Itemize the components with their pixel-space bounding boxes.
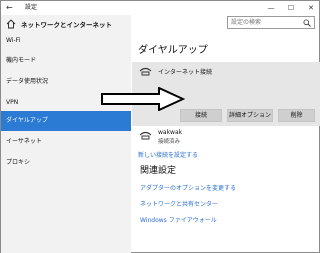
search-icon <box>303 19 311 27</box>
connection-name: インターネット接続 <box>158 69 213 76</box>
pointer-arrow-icon <box>101 87 185 111</box>
back-arrow-icon[interactable]: ← <box>6 3 16 13</box>
related-link-adapter-options[interactable]: アダプターのオプションを変更する <box>140 183 236 192</box>
main-content: ダイヤルアップ インターネット接続 接続 詳細オプション 削除 wakwak 接… <box>132 31 320 253</box>
search-input[interactable]: 設定の検索 <box>227 16 315 29</box>
delete-button[interactable]: 削除 <box>278 109 315 122</box>
home-icon <box>6 19 16 29</box>
section-title: ネットワークとインターネット <box>21 21 112 29</box>
sidebar-item-dialup[interactable]: ダイヤルアップ <box>1 111 131 131</box>
page-title: ダイヤルアップ <box>138 45 208 56</box>
related-link-sharing-center[interactable]: ネットワークと共有センター <box>140 199 218 208</box>
dialup-phone-icon <box>139 131 152 140</box>
settings-window: ← 設定 — ☐ ✕ ネットワークとインターネット Wi-Fi 機内モード デー… <box>0 0 320 253</box>
home-header[interactable]: ネットワークとインターネット <box>6 17 112 31</box>
related-settings-title: 関連設定 <box>140 166 177 176</box>
connection-item-wakwak[interactable]: wakwak 接続済み <box>132 128 320 148</box>
dialup-phone-icon <box>139 67 152 76</box>
advanced-options-button[interactable]: 詳細オプション <box>227 109 273 122</box>
new-connection-link[interactable]: 新しい接続を設定する <box>138 150 198 159</box>
connection-name: wakwak <box>158 129 183 136</box>
title-bar: ← 設定 — ☐ ✕ <box>1 1 319 15</box>
connect-button[interactable]: 接続 <box>180 109 222 122</box>
sidebar-item-wifi[interactable]: Wi-Fi <box>1 31 131 51</box>
connection-status: 接続済み <box>158 139 181 145</box>
window-title: 設定 <box>25 4 38 11</box>
close-button[interactable]: ✕ <box>304 3 318 13</box>
sidebar-item-proxy[interactable]: プロキシ <box>1 153 131 173</box>
sidebar: ネットワークとインターネット Wi-Fi 機内モード データ使用状況 VPN ダ… <box>1 15 131 253</box>
related-link-firewall[interactable]: Windows ファイアウォール <box>140 215 217 224</box>
maximize-button[interactable]: ☐ <box>284 3 298 13</box>
sidebar-item-ethernet[interactable]: イーサネット <box>1 132 131 152</box>
minimize-button[interactable]: — <box>264 3 278 13</box>
search-placeholder: 設定の検索 <box>231 19 262 26</box>
sidebar-item-airplane-mode[interactable]: 機内モード <box>1 51 131 71</box>
